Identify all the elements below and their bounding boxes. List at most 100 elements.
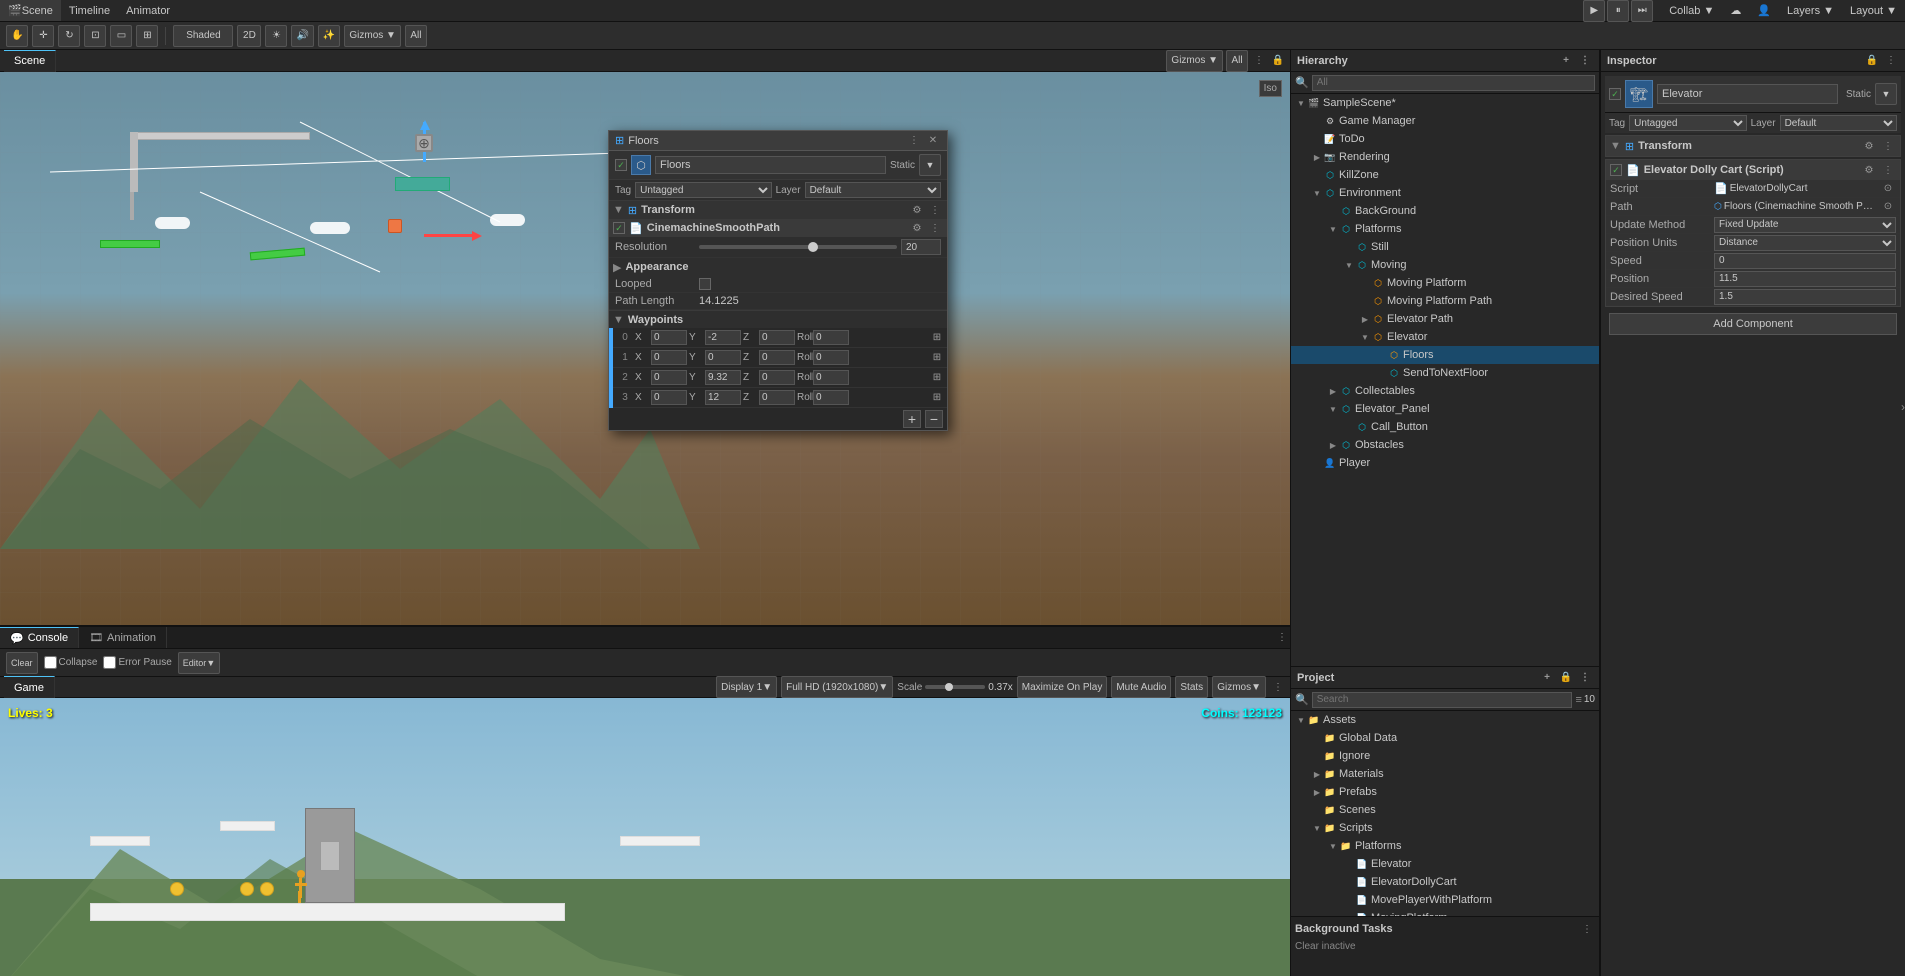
project-item-ignore[interactable]: 📁 Ignore	[1291, 747, 1599, 765]
project-item-movingplatform-script[interactable]: 📄 MovingPlatform	[1291, 909, 1599, 916]
waypoints-header[interactable]: ▼ Waypoints	[609, 310, 947, 328]
hierarchy-add-btn[interactable]: +	[1558, 53, 1574, 69]
desired-speed-input[interactable]	[1714, 289, 1896, 305]
add-component-button[interactable]: Add Component	[1609, 313, 1897, 335]
view-fx[interactable]: ✨	[318, 25, 340, 47]
console-clear-btn[interactable]: Clear	[6, 652, 38, 674]
wp1-z[interactable]	[759, 350, 795, 365]
wp0-z[interactable]	[759, 330, 795, 345]
waypoint-remove-btn[interactable]: −	[925, 410, 943, 428]
tool-move[interactable]: ✛	[32, 25, 54, 47]
cinemachine-settings[interactable]: ⚙	[909, 220, 925, 236]
hierarchy-item-environment[interactable]: ▼ ⬡ Environment	[1291, 184, 1599, 202]
project-search-input[interactable]	[1312, 692, 1573, 708]
popup-more[interactable]: ⋮	[906, 133, 922, 149]
game-display-btn[interactable]: Display 1 ▼	[716, 676, 777, 698]
project-item-prefabs[interactable]: ▶ 📁 Prefabs	[1291, 783, 1599, 801]
transform-settings[interactable]: ⚙	[1861, 138, 1877, 154]
hierarchy-item-moving[interactable]: ▼ ⬡ Moving	[1291, 256, 1599, 274]
view-search[interactable]: All	[405, 25, 427, 47]
hierarchy-item-call-button[interactable]: ⬡ Call_Button	[1291, 418, 1599, 436]
hierarchy-item-player[interactable]: 👤 Player	[1291, 454, 1599, 472]
resolution-input[interactable]	[901, 239, 941, 255]
play-button[interactable]: ▶	[1583, 0, 1605, 22]
tool-scale[interactable]: ⊡	[84, 25, 106, 47]
hierarchy-item-elevatorpath[interactable]: ▶ ⬡ Elevator Path	[1291, 310, 1599, 328]
top-bar-timeline[interactable]: Timeline	[61, 0, 118, 21]
hierarchy-item-still[interactable]: ⬡ Still	[1291, 238, 1599, 256]
maximize-on-play-btn[interactable]: Maximize On Play	[1017, 676, 1108, 698]
position-input[interactable]	[1714, 271, 1896, 287]
elevator-settings[interactable]: ⚙	[1861, 162, 1877, 178]
popup-static-dropdown[interactable]: ▼	[919, 154, 941, 176]
object-icon[interactable]: 🏗	[1625, 80, 1653, 108]
hierarchy-item-platforms[interactable]: ▼ ⬡ Platforms	[1291, 220, 1599, 238]
collapse-checkbox[interactable]	[44, 656, 57, 669]
popup-header[interactable]: ⊞ Floors ⋮ ✕	[609, 131, 947, 151]
view-audio[interactable]: 🔊	[291, 25, 313, 47]
inspector-more-btn[interactable]: ⋮	[1883, 53, 1899, 69]
bg-tasks-more[interactable]: ⋮	[1579, 921, 1595, 937]
hierarchy-item-floors[interactable]: ⬡ Floors	[1291, 346, 1599, 364]
wp1-y[interactable]	[705, 350, 741, 365]
elevator-more[interactable]: ⋮	[1880, 162, 1896, 178]
popup-transform-header[interactable]: ▼ ⊞ Transform ⚙ ⋮	[609, 201, 947, 219]
wp2-x[interactable]	[651, 370, 687, 385]
object-active-checkbox[interactable]	[1609, 88, 1621, 100]
hierarchy-item-background[interactable]: ⬡ BackGround	[1291, 202, 1599, 220]
hierarchy-item-elevator[interactable]: ▼ ⬡ Elevator	[1291, 328, 1599, 346]
tool-transform[interactable]: ⊞	[136, 25, 158, 47]
tool-rotate[interactable]: ↻	[58, 25, 80, 47]
wp0-expand[interactable]: ⊞	[929, 330, 945, 346]
scale-slider[interactable]	[925, 685, 985, 689]
inspector-lock-btn[interactable]: 🔒	[1864, 53, 1880, 69]
wp0-roll[interactable]	[813, 330, 849, 345]
looped-checkbox[interactable]	[699, 278, 711, 290]
project-item-assets[interactable]: ▼ 📁 Assets	[1291, 711, 1599, 729]
wp1-x[interactable]	[651, 350, 687, 365]
popup-close[interactable]: ✕	[925, 133, 941, 149]
step-button[interactable]: ⏭	[1631, 0, 1653, 22]
tab-game[interactable]: Game	[4, 676, 55, 698]
cinemachine-more[interactable]: ⋮	[927, 220, 943, 236]
console-more[interactable]: ⋮	[1274, 630, 1290, 646]
transform-settings2[interactable]: ⚙	[909, 202, 925, 218]
popup-cinemachine-active[interactable]	[613, 222, 625, 234]
tab-console[interactable]: 💬 Console	[0, 627, 79, 649]
project-add-btn[interactable]: +	[1539, 670, 1555, 686]
unity-collab[interactable]: Collab ▼	[1661, 0, 1722, 21]
hierarchy-item-samplescene[interactable]: ▼ 🎬 SampleScene*	[1291, 94, 1599, 112]
position-units-select[interactable]: Distance	[1714, 235, 1896, 251]
hierarchy-item-movingplatform[interactable]: ⬡ Moving Platform	[1291, 274, 1599, 292]
project-item-moveplayerwithplatform[interactable]: 📄 MovePlayerWithPlatform	[1291, 891, 1599, 909]
project-item-materials[interactable]: ▶ 📁 Materials	[1291, 765, 1599, 783]
tool-hand[interactable]: ✋	[6, 25, 28, 47]
game-gizmos-btn[interactable]: Gizmos ▼	[1212, 676, 1266, 698]
appearance-header[interactable]: ▶ Appearance	[609, 258, 947, 276]
wp3-expand[interactable]: ⊞	[929, 390, 945, 406]
tool-rect[interactable]: ▭	[110, 25, 132, 47]
project-item-elevator-script[interactable]: 📄 Elevator	[1291, 855, 1599, 873]
script-target-btn[interactable]: ⊙	[1880, 181, 1896, 197]
unity-layers[interactable]: Layers ▼	[1779, 0, 1842, 21]
hierarchy-item-gamemanager[interactable]: ⚙ Game Manager	[1291, 112, 1599, 130]
component-elevator-header[interactable]: 📄 Elevator Dolly Cart (Script) ⚙ ⋮	[1606, 160, 1900, 180]
project-item-elevatordollycart[interactable]: 📄 ElevatorDollyCart	[1291, 873, 1599, 891]
iso-button[interactable]: Iso	[1259, 80, 1282, 97]
tag-select[interactable]: Untagged	[1629, 115, 1746, 131]
view-2d[interactable]: 2D	[237, 25, 261, 47]
popup-tag-select[interactable]: Untagged	[635, 182, 771, 198]
tab-scene[interactable]: Scene	[4, 50, 56, 72]
hierarchy-item-killzone[interactable]: ⬡ KillZone	[1291, 166, 1599, 184]
project-item-platforms-folder[interactable]: ▼ 📁 Platforms	[1291, 837, 1599, 855]
hierarchy-item-rendering[interactable]: ▶ 📷 Rendering	[1291, 148, 1599, 166]
wp1-roll[interactable]	[813, 350, 849, 365]
resolution-slider[interactable]	[699, 245, 897, 249]
scene-gizmos-btn[interactable]: Gizmos ▼	[1166, 50, 1223, 72]
stats-btn[interactable]: Stats	[1175, 676, 1208, 698]
update-method-select[interactable]: Fixed Update	[1714, 217, 1896, 233]
waypoint-add-btn[interactable]: +	[903, 410, 921, 428]
error-pause-checkbox[interactable]	[103, 656, 116, 669]
component-transform-header[interactable]: ▼ ⊞ Transform ⚙ ⋮	[1606, 136, 1900, 156]
wp2-y[interactable]	[705, 370, 741, 385]
